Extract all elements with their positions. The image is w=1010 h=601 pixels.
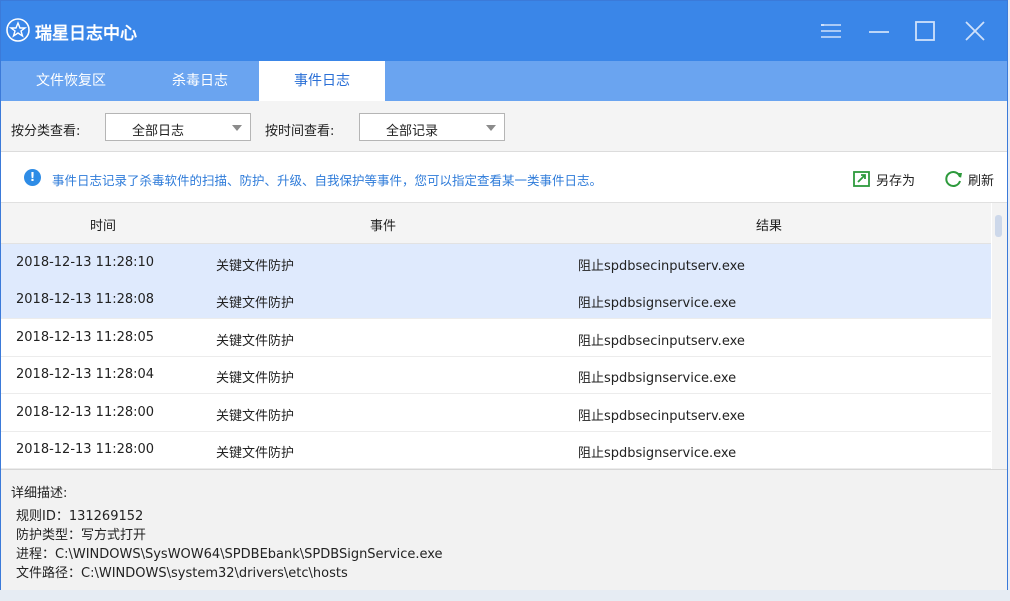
cell-time: 2018-12-13 11:28:04	[16, 367, 155, 382]
close-icon[interactable]	[963, 19, 987, 43]
cell-result: 阻止spdbsignservice.exe	[578, 371, 737, 386]
table-header: 时间 事件 结果	[1, 203, 991, 244]
cell-time: 2018-12-13 11:28:10	[16, 255, 155, 270]
info-message: 事件日志记录了杀毒软件的扫描、防护、升级、自我保护等事件，您可以指定查看某一类事…	[52, 173, 603, 188]
info-icon: !	[24, 169, 41, 186]
table-row[interactable]: 2018-12-13 11:28:04 关键文件防护 阻止spdbsignser…	[1, 356, 991, 394]
time-filter-label: 按时间查看:	[265, 124, 335, 139]
vertical-scrollbar[interactable]	[992, 203, 1007, 469]
table-row[interactable]: 2018-12-13 11:28:08 关键文件防护 阻止spdbsignser…	[1, 281, 991, 319]
cell-result: 阻止spdbsignservice.exe	[578, 446, 737, 461]
column-header-result[interactable]: 结果	[756, 215, 782, 234]
chevron-down-icon	[232, 125, 242, 131]
info-bar: ! 事件日志记录了杀毒软件的扫描、防护、升级、自我保护等事件，您可以指定查看某一…	[1, 152, 1007, 203]
tab-antivirus-log[interactable]: 杀毒日志	[141, 61, 259, 101]
detail-title: 详细描述:	[11, 486, 68, 501]
table-row[interactable]: 2018-12-13 11:28:00 关键文件防护 阻止spdbsignser…	[1, 431, 991, 469]
table-row[interactable]: 2018-12-13 11:28:00 关键文件防护 阻止spdbsecinpu…	[1, 394, 991, 432]
column-header-event[interactable]: 事件	[370, 215, 396, 234]
background-window-strip	[0, 590, 1010, 601]
save-as-button[interactable]: 另存为	[852, 169, 932, 189]
cell-result: 阻止spdbsecinputserv.exe	[578, 334, 745, 349]
category-filter-label: 按分类查看:	[11, 124, 81, 139]
scrollbar-thumb[interactable]	[995, 215, 1002, 237]
maximize-icon[interactable]	[913, 19, 937, 43]
table-row[interactable]: 2018-12-13 11:28:05 关键文件防护 阻止spdbsecinpu…	[1, 319, 991, 357]
detail-process: 进程：C:\WINDOWS\SysWOW64\SPDBEbank\SPDBSig…	[16, 547, 443, 562]
cell-time: 2018-12-13 11:28:00	[16, 442, 155, 457]
detail-rule-id: 规则ID：131269152	[16, 509, 144, 524]
cell-event: 关键文件防护	[216, 334, 295, 349]
title-bar[interactable]: 瑞星日志中心	[1, 1, 1007, 61]
cell-result: 阻止spdbsignservice.exe	[578, 296, 737, 311]
table-row[interactable]: 2018-12-13 11:28:10 关键文件防护 阻止spdbsecinpu…	[1, 244, 991, 282]
detail-file-path: 文件路径：C:\WINDOWS\system32\drivers\etc\hos…	[16, 566, 348, 581]
minimize-icon[interactable]	[867, 19, 891, 43]
detail-protection-type: 防护类型：写方式打开	[16, 528, 147, 543]
time-select-value: 全部记录	[386, 124, 439, 139]
cell-event: 关键文件防护	[216, 296, 295, 311]
cell-event: 关键文件防护	[216, 259, 295, 274]
cell-event: 关键文件防护	[216, 446, 295, 461]
chevron-down-icon	[486, 125, 496, 131]
save-as-label: 另存为	[876, 174, 916, 189]
window-title: 瑞星日志中心	[35, 24, 137, 44]
tab-event-log[interactable]: 事件日志	[259, 61, 385, 101]
cell-result: 阻止spdbsecinputserv.exe	[578, 259, 745, 274]
cell-event: 关键文件防护	[216, 371, 295, 386]
cell-result: 阻止spdbsecinputserv.exe	[578, 409, 745, 424]
log-center-window: 瑞星日志中心 文件恢复区 杀毒日志 事件日志 按分类查看: 全部日志 按时间查看…	[0, 0, 1008, 590]
cell-time: 2018-12-13 11:28:05	[16, 330, 155, 345]
cell-time: 2018-12-13 11:28:08	[16, 292, 155, 307]
tab-bar: 文件恢复区 杀毒日志 事件日志	[1, 61, 1007, 101]
refresh-button[interactable]: 刷新	[944, 169, 1004, 189]
rising-star-logo-icon	[6, 18, 30, 42]
cell-event: 关键文件防护	[216, 409, 295, 424]
category-select[interactable]: 全部日志	[105, 113, 251, 141]
event-table-body: 2018-12-13 11:28:10 关键文件防护 阻止spdbsecinpu…	[1, 244, 991, 469]
detail-panel: 详细描述: 规则ID：131269152 防护类型：写方式打开 进程：C:\WI…	[1, 469, 1007, 590]
export-icon	[853, 171, 870, 187]
refresh-label: 刷新	[968, 174, 995, 189]
tab-file-recovery[interactable]: 文件恢复区	[1, 61, 141, 101]
time-select[interactable]: 全部记录	[359, 113, 505, 141]
category-select-value: 全部日志	[132, 124, 185, 139]
refresh-icon	[945, 171, 962, 187]
column-header-time[interactable]: 时间	[90, 215, 116, 234]
menu-icon[interactable]	[819, 19, 843, 43]
cell-time: 2018-12-13 11:28:00	[16, 405, 155, 420]
filter-bar: 按分类查看: 全部日志 按时间查看: 全部记录	[1, 101, 1007, 152]
